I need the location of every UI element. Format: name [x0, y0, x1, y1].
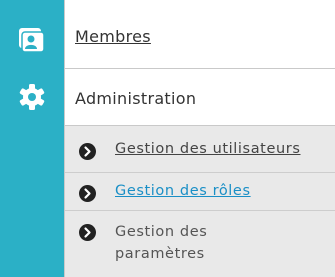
submenu-item-gestion-roles[interactable]: Gestion des rôles	[65, 173, 335, 211]
submenu-link-label[interactable]: Gestion des rôles	[115, 183, 251, 199]
gear-icon[interactable]	[19, 84, 45, 110]
icon-rail	[0, 0, 64, 277]
submenu-item-gestion-utilisateurs[interactable]: Gestion des utilisateurs	[65, 126, 335, 173]
chevron-right-icon	[79, 143, 96, 160]
chevron-right-icon	[79, 185, 96, 202]
chevron-right-icon	[79, 224, 96, 241]
app-window: Membres Administration Gestion des utili…	[0, 0, 335, 277]
submenu-link-label[interactable]: Gestion des utilisateurs	[115, 141, 301, 157]
menu-item-administration[interactable]: Administration	[65, 69, 335, 126]
administration-label: Administration	[75, 89, 197, 108]
submenu-item-gestion-parametres[interactable]: Gestion des paramètres	[65, 211, 335, 277]
menu-item-membres: Membres	[65, 0, 335, 69]
membres-link[interactable]: Membres	[75, 27, 151, 46]
contacts-card-icon[interactable]	[19, 27, 45, 53]
navigation-panel: Membres Administration Gestion des utili…	[64, 0, 335, 277]
submenu-link-label[interactable]: Gestion des paramètres	[115, 221, 275, 265]
